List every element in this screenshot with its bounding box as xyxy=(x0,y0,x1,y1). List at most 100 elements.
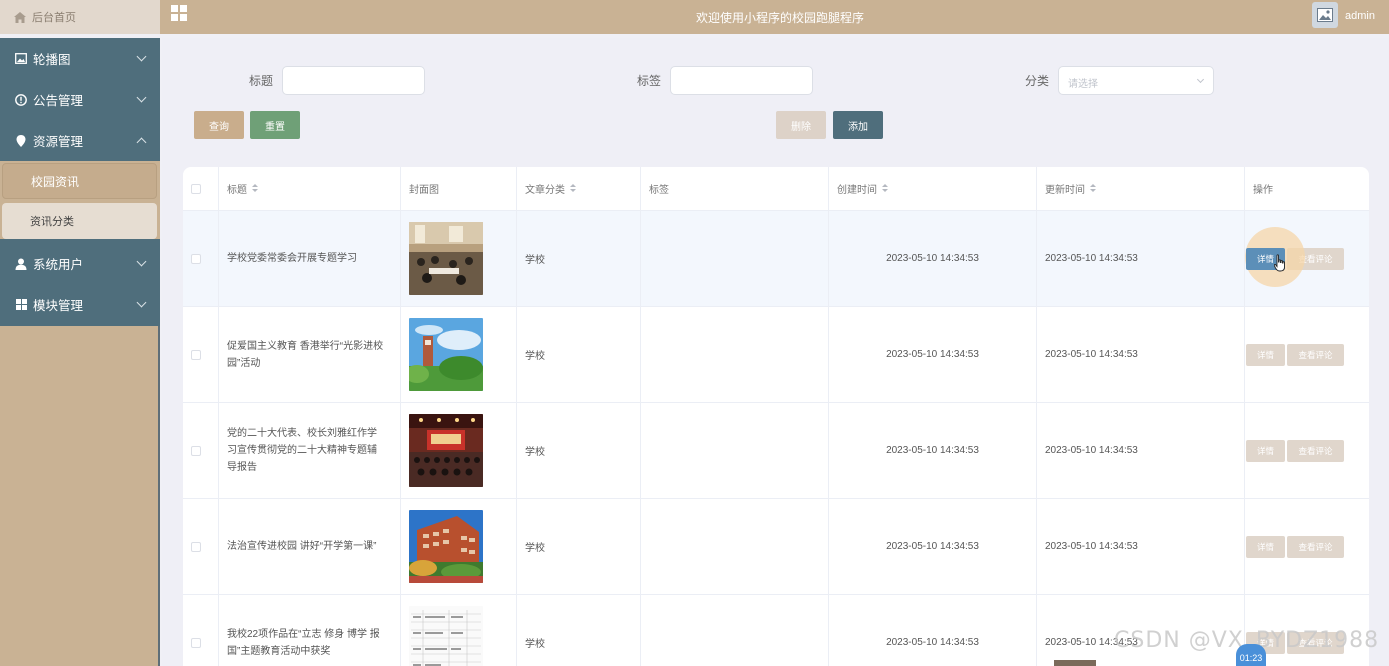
row-actions: 详情 查看评论 xyxy=(1245,499,1369,594)
column-header-label: 文章分类 xyxy=(525,185,565,196)
sidebar-menu: 轮播图 公告管理 资源管理 校园资讯 资讯分类 系统用户 模块管理 xyxy=(0,38,160,326)
chevron-up-icon xyxy=(136,137,147,148)
row-checkbox[interactable] xyxy=(191,349,201,360)
row-created: 2023-05-10 14:34:53 xyxy=(829,211,1037,306)
cover-image-building[interactable] xyxy=(409,510,483,583)
title-search-input[interactable] xyxy=(282,66,426,95)
row-updated: 2023-05-10 14:34:53 xyxy=(1037,307,1245,402)
location-pin-icon xyxy=(15,134,27,147)
view-comments-button[interactable]: 查看评论 xyxy=(1287,439,1344,462)
table-row: 法治宣传进校园 讲好“开学第一课” 学校 2023-05-10 14:34:53… xyxy=(183,499,1369,595)
title-search-label: 标题 xyxy=(249,74,274,88)
user-icon xyxy=(15,258,27,270)
table-row: 促爱国主义教育 香港举行“光影进校园”活动 学校 2023-05-10 14:3… xyxy=(183,307,1369,403)
row-actions: 详情 查看评论 xyxy=(1245,403,1369,498)
row-created: 2023-05-10 14:34:53 xyxy=(829,595,1037,666)
home-link[interactable]: 后台首页 xyxy=(0,0,160,34)
sidebar-subitem-label: 资讯分类 xyxy=(30,216,74,228)
cover-image-campus-tower[interactable] xyxy=(409,318,483,391)
row-tag xyxy=(641,499,829,594)
column-header-label: 创建时间 xyxy=(837,185,877,196)
user-name[interactable]: admin xyxy=(1345,10,1375,22)
column-header-label: 封面图 xyxy=(409,185,439,196)
sidebar-subitem-news-category[interactable]: 资讯分类 xyxy=(2,203,157,239)
select-all-cell xyxy=(183,167,219,210)
column-header-label: 操作 xyxy=(1253,185,1273,196)
sidebar-item-announcements[interactable]: 公告管理 xyxy=(0,79,160,120)
column-header-created[interactable]: 创建时间 xyxy=(829,167,1037,210)
news-table: 标题 封面图 文章分类 标签 创建时间 更新时间 操作 学校党委常委会开展专题学… xyxy=(183,167,1369,666)
select-all-checkbox[interactable] xyxy=(191,183,201,194)
column-header-updated[interactable]: 更新时间 xyxy=(1037,167,1245,210)
row-select-cell xyxy=(183,499,219,594)
tag-search-input[interactable] xyxy=(670,66,814,95)
view-comments-button[interactable]: 查看评论 xyxy=(1287,535,1344,558)
cover-image-meeting[interactable] xyxy=(409,222,483,295)
row-category: 学校 xyxy=(517,307,641,402)
category-select[interactable]: 请选择 xyxy=(1058,66,1215,95)
taskbar-thumbnail xyxy=(1054,660,1096,666)
sidebar-item-label: 系统用户 xyxy=(33,258,84,272)
view-comments-button[interactable]: 查看评论 xyxy=(1287,343,1344,366)
row-updated: 2023-05-10 14:34:53 xyxy=(1037,499,1245,594)
cover-image-auditorium[interactable] xyxy=(409,414,483,487)
resources-submenu: 校园资讯 资讯分类 xyxy=(0,161,160,239)
row-cover-cell xyxy=(401,307,517,402)
sort-icon xyxy=(252,184,258,193)
tag-search-label: 标签 xyxy=(637,74,662,88)
tag-search-field: 标签 xyxy=(637,66,814,95)
query-button[interactable]: 查询 xyxy=(194,111,244,139)
page-title: 欢迎使用小程序的校园跑腿程序 xyxy=(695,11,864,25)
row-select-cell xyxy=(183,403,219,498)
row-title: 学校党委常委会开展专题学习 xyxy=(219,211,401,306)
row-tag xyxy=(641,211,829,306)
row-updated: 2023-05-10 14:34:53 xyxy=(1037,403,1245,498)
column-header-title[interactable]: 标题 xyxy=(219,167,401,210)
recording-timer: 01:23 xyxy=(1236,644,1266,666)
category-search-label: 分类 xyxy=(1025,74,1050,88)
detail-button[interactable]: 详情 xyxy=(1246,439,1285,462)
row-created: 2023-05-10 14:34:53 xyxy=(829,307,1037,402)
row-checkbox[interactable] xyxy=(191,253,201,264)
row-tag xyxy=(641,307,829,402)
column-header-category[interactable]: 文章分类 xyxy=(517,167,641,210)
row-title: 我校22项作品在“立志 修身 博学 报国”主题教育活动中获奖 xyxy=(219,595,401,666)
reset-button[interactable]: 重置 xyxy=(250,111,300,139)
menu-toggle-grid-icon[interactable] xyxy=(171,5,187,21)
home-label: 后台首页 xyxy=(32,12,76,24)
sidebar-item-system-users[interactable]: 系统用户 xyxy=(0,243,160,284)
sidebar-item-label: 资源管理 xyxy=(33,135,84,149)
row-checkbox[interactable] xyxy=(191,541,201,552)
info-circle-icon xyxy=(15,93,27,106)
row-created: 2023-05-10 14:34:53 xyxy=(829,403,1037,498)
sidebar-item-resources[interactable]: 资源管理 xyxy=(0,120,160,161)
row-cover-cell xyxy=(401,211,517,306)
table-row: 学校党委常委会开展专题学习 学校 2023-05-10 14:34:53 202… xyxy=(183,211,1369,307)
row-cover-cell xyxy=(401,403,517,498)
row-checkbox[interactable] xyxy=(191,637,201,648)
column-header-actions: 操作 xyxy=(1245,167,1369,210)
sidebar-item-label: 轮播图 xyxy=(33,53,71,67)
row-tag xyxy=(641,403,829,498)
sidebar-item-carousel[interactable]: 轮播图 xyxy=(0,38,160,79)
table-header: 标题 封面图 文章分类 标签 创建时间 更新时间 操作 xyxy=(183,167,1369,211)
table-row: 党的二十大代表、校长刘雅红作学习宣传贯彻党的二十大精神专题辅导报告 学校 202… xyxy=(183,403,1369,499)
sidebar-item-modules[interactable]: 模块管理 xyxy=(0,284,160,325)
row-checkbox[interactable] xyxy=(191,445,201,456)
image-icon xyxy=(15,53,27,65)
row-tag xyxy=(641,595,829,666)
avatar[interactable] xyxy=(1312,2,1338,28)
home-icon xyxy=(14,11,26,23)
row-title: 促爱国主义教育 香港举行“光影进校园”活动 xyxy=(219,307,401,402)
column-header-label: 更新时间 xyxy=(1045,185,1085,196)
top-bar: 后台首页 欢迎使用小程序的校园跑腿程序 admin xyxy=(0,0,1389,34)
delete-button[interactable]: 删除 xyxy=(776,111,826,139)
detail-button[interactable]: 详情 xyxy=(1246,343,1285,366)
cover-image-document[interactable] xyxy=(409,606,483,666)
add-button[interactable]: 添加 xyxy=(833,111,883,139)
sidebar-subitem-campus-news[interactable]: 校园资讯 xyxy=(2,163,157,199)
category-search-field: 分类 请选择 xyxy=(1025,66,1215,95)
column-header-tag: 标签 xyxy=(641,167,829,210)
row-select-cell xyxy=(183,211,219,306)
detail-button[interactable]: 详情 xyxy=(1246,535,1285,558)
